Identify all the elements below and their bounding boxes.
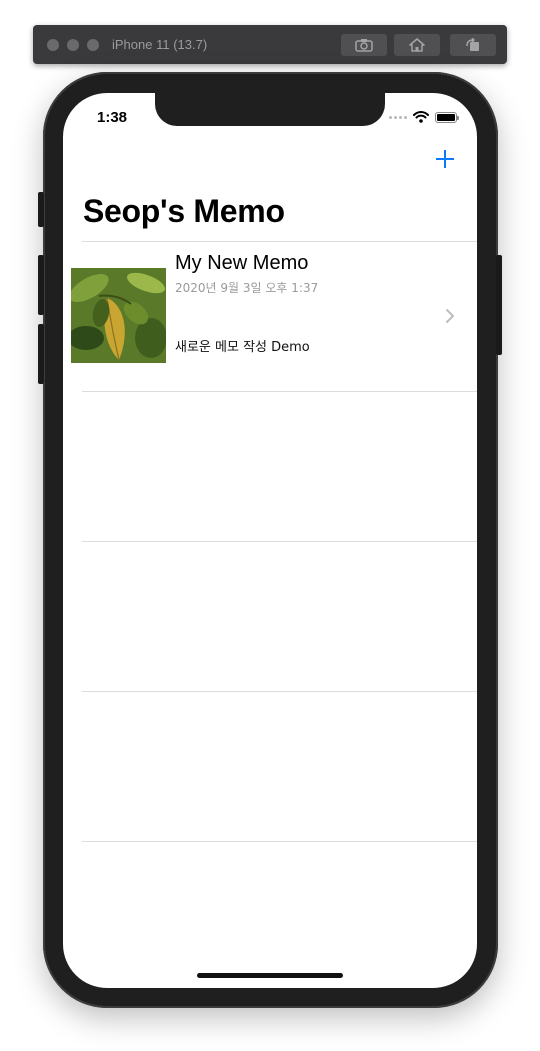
- signal-dots-icon: [389, 115, 407, 119]
- chevron-right-icon: [446, 309, 454, 323]
- close-window-icon[interactable]: [47, 39, 59, 51]
- add-memo-button[interactable]: [433, 147, 457, 171]
- row-separator: [82, 541, 477, 542]
- power-button[interactable]: [496, 255, 502, 355]
- status-icons: [389, 111, 459, 123]
- memo-date: 2020년 9월 3일 오후 1:37: [175, 281, 319, 295]
- home-button[interactable]: [394, 34, 440, 56]
- row-separator: [82, 691, 477, 692]
- memo-row[interactable]: My New Memo 2020년 9월 3일 오후 1:37 새로운 메모 작…: [63, 242, 477, 392]
- page-title: Seop's Memo: [83, 193, 285, 229]
- silent-switch[interactable]: [38, 192, 44, 227]
- row-separator: [82, 841, 477, 842]
- rotate-icon: [466, 38, 479, 51]
- plus-icon: [436, 150, 454, 168]
- rotate-button[interactable]: [450, 34, 496, 56]
- row-separator: [82, 391, 477, 392]
- memo-title: My New Memo: [175, 252, 309, 274]
- volume-down-button[interactable]: [38, 324, 44, 384]
- screenshot-icon: [355, 39, 373, 52]
- screenshot-button[interactable]: [341, 34, 387, 56]
- phone-screen: 1:38 Seop's Memo My New Memo 2020년 9월 3일…: [63, 93, 477, 988]
- home-icon: [409, 38, 425, 52]
- status-time: 1:38: [97, 109, 128, 126]
- minimize-window-icon[interactable]: [67, 39, 79, 51]
- memo-body: 새로운 메모 작성 Demo: [175, 340, 310, 355]
- simulator-titlebar: iPhone 11 (13.7): [33, 25, 507, 64]
- wifi-icon: [413, 111, 429, 123]
- home-indicator[interactable]: [197, 973, 343, 978]
- volume-up-button[interactable]: [38, 255, 44, 315]
- notch: [155, 93, 385, 126]
- simulator-title: iPhone 11 (13.7): [112, 37, 208, 52]
- memo-thumbnail: [71, 268, 166, 363]
- battery-icon: [435, 111, 459, 123]
- zoom-window-icon[interactable]: [87, 39, 99, 51]
- leaf-photo: [71, 268, 166, 363]
